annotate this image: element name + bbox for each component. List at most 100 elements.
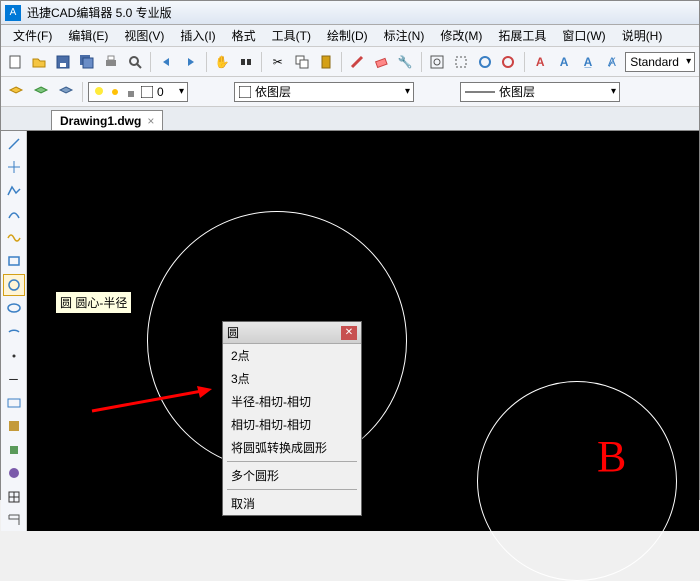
redo-icon[interactable] [180, 51, 201, 73]
rectangle-icon[interactable] [3, 251, 25, 273]
text-style-value: Standard [630, 55, 679, 69]
color-dropdown[interactable]: 0 [88, 82, 188, 102]
menu-edit[interactable]: 编辑(E) [62, 25, 114, 46]
zoom-ext-icon[interactable] [426, 51, 447, 73]
layer-dropdown[interactable]: 依图层 [234, 82, 414, 102]
separator [261, 52, 262, 72]
menu-dim[interactable]: 标注(N) [378, 25, 431, 46]
erase-icon[interactable] [371, 51, 392, 73]
ctx-tan-tan-tan[interactable]: 相切-相切-相切 [223, 413, 361, 436]
ctx-3point[interactable]: 3点 [223, 367, 361, 390]
table-icon[interactable] [3, 510, 25, 532]
divider-icon[interactable]: ─ [3, 368, 25, 390]
hatch-icon[interactable] [3, 415, 25, 437]
polyline-icon[interactable] [3, 180, 25, 202]
menu-tools[interactable]: 工具(T) [266, 25, 317, 46]
separator [150, 52, 151, 72]
find-icon[interactable] [236, 51, 257, 73]
circle-tooltip: 圆 圆心-半径 [55, 291, 132, 314]
print-icon[interactable] [100, 51, 121, 73]
wrench-icon[interactable]: 🔧 [395, 51, 416, 73]
ellipse-icon[interactable] [3, 298, 25, 320]
menu-ext[interactable]: 拓展工具 [492, 25, 552, 46]
linetype-value: 依图层 [499, 83, 535, 100]
color-swatch-icon [141, 86, 153, 98]
block-icon[interactable] [3, 486, 25, 508]
separator [341, 52, 342, 72]
tab-label: Drawing1.dwg [60, 114, 141, 128]
separator [82, 82, 83, 102]
circle-context-menu: 圆 ✕ 2点 3点 半径-相切-相切 相切-相切-相切 将圆弧转换成圆形 多个圆… [222, 321, 362, 516]
draw-toolbar: ─ [1, 131, 27, 531]
ctx-multiple[interactable]: 多个圆形 [223, 464, 361, 487]
text-a3-icon[interactable]: A̲ [578, 51, 599, 73]
line-preview-icon [465, 89, 495, 95]
menu-draw[interactable]: 绘制(D) [321, 25, 374, 46]
tabbar: Drawing1.dwg × [1, 107, 699, 131]
undo-icon[interactable] [156, 51, 177, 73]
cut-icon[interactable]: ✂ [267, 51, 288, 73]
toolbar-main: ✋ ✂ 🔧 A A A̲ Ⱥ Standard [1, 47, 699, 77]
text-icon[interactable] [3, 392, 25, 414]
new-icon[interactable] [5, 51, 26, 73]
zoom-all-icon[interactable] [498, 51, 519, 73]
menubar: 文件(F) 编辑(E) 视图(V) 插入(I) 格式 工具(T) 绘制(D) 标… [1, 25, 699, 47]
document-tab[interactable]: Drawing1.dwg × [51, 110, 163, 130]
zoom-prev-icon[interactable] [474, 51, 495, 73]
linetype-dropdown[interactable]: 依图层 [460, 82, 620, 102]
spline-icon[interactable] [3, 227, 25, 249]
boundary-icon[interactable] [3, 462, 25, 484]
copy-icon[interactable] [291, 51, 312, 73]
pan-icon[interactable]: ✋ [212, 51, 233, 73]
saveall-icon[interactable] [77, 51, 98, 73]
tab-close-icon[interactable]: × [147, 114, 154, 128]
circle-icon[interactable] [3, 274, 25, 296]
text-a4-icon[interactable]: Ⱥ [601, 51, 622, 73]
color-value: 0 [157, 85, 164, 99]
text-a-icon[interactable]: A [530, 51, 551, 73]
text-a2-icon[interactable]: A [554, 51, 575, 73]
preview-icon[interactable] [124, 51, 145, 73]
point-icon[interactable] [3, 345, 25, 367]
menu-file[interactable]: 文件(F) [7, 25, 58, 46]
ctx-arc-to-circle[interactable]: 将圆弧转换成圆形 [223, 436, 361, 459]
menu-view[interactable]: 视图(V) [118, 25, 170, 46]
arc-icon[interactable] [3, 204, 25, 226]
line-icon[interactable] [3, 133, 25, 155]
workspace: ─ A B 圆 圆心-半径 圆 ✕ 2点 3点 半径-相切-相切 相切-相切-相… [1, 131, 699, 531]
separator [206, 52, 207, 72]
zoom-win-icon[interactable] [450, 51, 471, 73]
menu-window[interactable]: 窗口(W) [556, 25, 611, 46]
menu-modify[interactable]: 修改(M) [434, 25, 488, 46]
context-menu-close-icon[interactable]: ✕ [341, 326, 357, 340]
ray-icon[interactable] [3, 157, 25, 179]
color-swatch-icon [239, 86, 251, 98]
layer3-icon[interactable] [55, 81, 77, 103]
layer-value: 依图层 [255, 83, 291, 100]
region-icon[interactable] [3, 439, 25, 461]
save-icon[interactable] [53, 51, 74, 73]
ctx-cancel[interactable]: 取消 [223, 492, 361, 515]
match-icon[interactable] [347, 51, 368, 73]
separator [421, 52, 422, 72]
toolbar-layers: 0 依图层 依图层 [1, 77, 699, 107]
lock-icon [125, 86, 137, 98]
paste-icon[interactable] [315, 51, 336, 73]
menu-help[interactable]: 说明(H) [616, 25, 669, 46]
drawing-canvas[interactable]: A B 圆 圆心-半径 圆 ✕ 2点 3点 半径-相切-相切 相切-相切-相切 … [27, 131, 699, 531]
layer1-icon[interactable] [5, 81, 27, 103]
text-style-dropdown[interactable]: Standard [625, 52, 695, 72]
ctx-2point[interactable]: 2点 [223, 344, 361, 367]
layer2-icon[interactable] [30, 81, 52, 103]
app-title: 迅捷CAD编辑器 5.0 专业版 [27, 4, 172, 21]
ctx-radius-tan-tan[interactable]: 半径-相切-相切 [223, 390, 361, 413]
context-separator [227, 461, 357, 462]
menu-insert[interactable]: 插入(I) [174, 25, 221, 46]
menu-format[interactable]: 格式 [226, 25, 262, 46]
open-icon[interactable] [29, 51, 50, 73]
lightbulb-icon [93, 86, 105, 98]
circle-b-shape [477, 381, 677, 581]
context-menu-title-text: 圆 [227, 324, 239, 341]
ellipse-arc-icon[interactable] [3, 321, 25, 343]
context-separator [227, 489, 357, 490]
